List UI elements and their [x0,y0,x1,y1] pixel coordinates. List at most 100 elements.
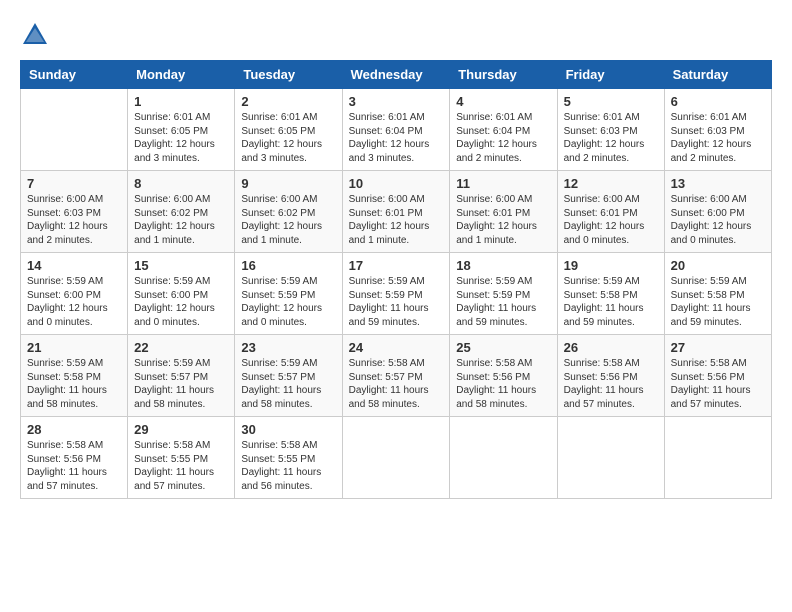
column-header-monday: Monday [128,61,235,89]
day-info: Sunrise: 5:58 AM Sunset: 5:57 PM Dayligh… [349,357,444,411]
day-info: Sunrise: 5:58 AM Sunset: 5:55 PM Dayligh… [134,439,228,493]
week-row: 7 Sunrise: 6:00 AM Sunset: 6:03 PM Daylig… [21,171,772,253]
day-info: Sunrise: 6:00 AM Sunset: 6:00 PM Dayligh… [671,193,765,247]
logo [20,20,56,50]
day-number: 29 [134,422,228,437]
day-cell: 22 Sunrise: 5:59 AM Sunset: 5:57 PM Dayli… [128,335,235,417]
day-cell: 23Sunrise: 5:59 AM Sunset: 5:57 PM Dayli… [235,335,342,417]
day-number: 28 [27,422,121,437]
day-number: 17 [349,258,444,273]
day-number: 16 [241,258,335,273]
day-cell [450,417,557,499]
column-header-friday: Friday [557,61,664,89]
day-cell: 27 Sunrise: 5:58 AM Sunset: 5:56 PM Dayli… [664,335,771,417]
day-info: Sunrise: 6:01 AM Sunset: 6:03 PM Dayligh… [564,111,658,165]
day-number: 5 [564,94,658,109]
day-cell: 5 Sunrise: 6:01 AM Sunset: 6:03 PM Daylig… [557,89,664,171]
day-info: Sunrise: 5:59 AM Sunset: 5:58 PM Dayligh… [671,275,765,329]
day-number: 13 [671,176,765,191]
day-cell: 17 Sunrise: 5:59 AM Sunset: 5:59 PM Dayli… [342,253,450,335]
day-info: Sunrise: 5:59 AM Sunset: 5:57 PM Dayligh… [134,357,228,411]
day-cell: 6 Sunrise: 6:01 AM Sunset: 6:03 PM Daylig… [664,89,771,171]
day-info: Sunrise: 5:59 AM Sunset: 5:59 PM Dayligh… [349,275,444,329]
day-cell [664,417,771,499]
day-info: Sunrise: 6:01 AM Sunset: 6:04 PM Dayligh… [349,111,444,165]
day-cell: 28 Sunrise: 5:58 AM Sunset: 5:56 PM Dayli… [21,417,128,499]
day-cell: 2 Sunrise: 6:01 AM Sunset: 6:05 PM Daylig… [235,89,342,171]
day-cell [557,417,664,499]
week-row: 28 Sunrise: 5:58 AM Sunset: 5:56 PM Dayli… [21,417,772,499]
day-number: 11 [456,176,550,191]
day-cell: 1 Sunrise: 6:01 AM Sunset: 6:05 PM Daylig… [128,89,235,171]
day-cell: 26 Sunrise: 5:58 AM Sunset: 5:56 PM Dayli… [557,335,664,417]
day-number: 14 [27,258,121,273]
day-cell [342,417,450,499]
day-number: 7 [27,176,121,191]
day-info: Sunrise: 5:58 AM Sunset: 5:56 PM Dayligh… [456,357,550,411]
day-info: Sunrise: 5:59 AM Sunset: 6:00 PM Dayligh… [134,275,228,329]
day-info: Sunrise: 5:58 AM Sunset: 5:56 PM Dayligh… [27,439,121,493]
day-number: 12 [564,176,658,191]
day-info: Sunrise: 5:58 AM Sunset: 5:55 PM Dayligh… [241,439,335,493]
day-number: 8 [134,176,228,191]
day-cell: 30 Sunrise: 5:58 AM Sunset: 5:55 PM Dayli… [235,417,342,499]
day-info: Sunrise: 6:00 AM Sunset: 6:02 PM Dayligh… [134,193,228,247]
day-cell: 24 Sunrise: 5:58 AM Sunset: 5:57 PM Dayli… [342,335,450,417]
day-cell: 25 Sunrise: 5:58 AM Sunset: 5:56 PM Dayli… [450,335,557,417]
day-number: 4 [456,94,550,109]
column-header-saturday: Saturday [664,61,771,89]
day-info: Sunrise: 6:01 AM Sunset: 6:05 PM Dayligh… [134,111,228,165]
day-number: 30 [241,422,335,437]
day-number: 3 [349,94,444,109]
day-number: 22 [134,340,228,355]
day-cell: 4 Sunrise: 6:01 AM Sunset: 6:04 PM Daylig… [450,89,557,171]
day-info: Sunrise: 6:00 AM Sunset: 6:03 PM Dayligh… [27,193,121,247]
calendar-table: SundayMondayTuesdayWednesdayThursdayFrid… [20,60,772,499]
day-number: 2 [241,94,335,109]
day-cell: 29 Sunrise: 5:58 AM Sunset: 5:55 PM Dayli… [128,417,235,499]
day-cell: 20 Sunrise: 5:59 AM Sunset: 5:58 PM Dayli… [664,253,771,335]
day-info: Sunrise: 5:59 AM Sunset: 5:58 PM Dayligh… [27,357,121,411]
day-cell: 15 Sunrise: 5:59 AM Sunset: 6:00 PM Dayli… [128,253,235,335]
day-info: Sunrise: 6:01 AM Sunset: 6:03 PM Dayligh… [671,111,765,165]
day-info: Sunrise: 5:59 AM Sunset: 5:58 PM Dayligh… [564,275,658,329]
page-header [20,20,772,50]
day-cell: 11Sunrise: 6:00 AM Sunset: 6:01 PM Dayli… [450,171,557,253]
day-info: Sunrise: 5:59 AM Sunset: 5:59 PM Dayligh… [456,275,550,329]
day-cell: 10 Sunrise: 6:00 AM Sunset: 6:01 PM Dayli… [342,171,450,253]
day-cell [21,89,128,171]
column-header-thursday: Thursday [450,61,557,89]
day-cell: 16 Sunrise: 5:59 AM Sunset: 5:59 PM Dayli… [235,253,342,335]
day-number: 6 [671,94,765,109]
day-info: Sunrise: 5:58 AM Sunset: 5:56 PM Dayligh… [564,357,658,411]
column-header-sunday: Sunday [21,61,128,89]
day-cell: 18Sunrise: 5:59 AM Sunset: 5:59 PM Dayli… [450,253,557,335]
week-row: 21Sunrise: 5:59 AM Sunset: 5:58 PM Dayli… [21,335,772,417]
day-info: Sunrise: 6:01 AM Sunset: 6:05 PM Dayligh… [241,111,335,165]
calendar-header-row: SundayMondayTuesdayWednesdayThursdayFrid… [21,61,772,89]
day-number: 25 [456,340,550,355]
day-number: 24 [349,340,444,355]
day-number: 1 [134,94,228,109]
day-cell: 21Sunrise: 5:59 AM Sunset: 5:58 PM Dayli… [21,335,128,417]
week-row: 14 Sunrise: 5:59 AM Sunset: 6:00 PM Dayli… [21,253,772,335]
day-info: Sunrise: 5:58 AM Sunset: 5:56 PM Dayligh… [671,357,765,411]
day-cell: 7 Sunrise: 6:00 AM Sunset: 6:03 PM Daylig… [21,171,128,253]
day-number: 10 [349,176,444,191]
day-info: Sunrise: 6:01 AM Sunset: 6:04 PM Dayligh… [456,111,550,165]
day-number: 20 [671,258,765,273]
day-number: 15 [134,258,228,273]
day-cell: 14Sunrise: 5:59 AM Sunset: 6:00 PM Dayli… [21,253,128,335]
day-info: Sunrise: 6:00 AM Sunset: 6:01 PM Dayligh… [564,193,658,247]
day-info: Sunrise: 5:59 AM Sunset: 5:59 PM Dayligh… [241,275,335,329]
day-cell: 19 Sunrise: 5:59 AM Sunset: 5:58 PM Dayli… [557,253,664,335]
day-cell: 12 Sunrise: 6:00 AM Sunset: 6:01 PM Dayli… [557,171,664,253]
day-number: 19 [564,258,658,273]
day-number: 9 [241,176,335,191]
logo-icon [20,20,50,50]
day-number: 26 [564,340,658,355]
day-info: Sunrise: 6:00 AM Sunset: 6:01 PM Dayligh… [349,193,444,247]
day-info: Sunrise: 5:59 AM Sunset: 5:57 PM Dayligh… [241,357,335,411]
day-number: 27 [671,340,765,355]
day-cell: 9Sunrise: 6:00 AM Sunset: 6:02 PM Daylig… [235,171,342,253]
